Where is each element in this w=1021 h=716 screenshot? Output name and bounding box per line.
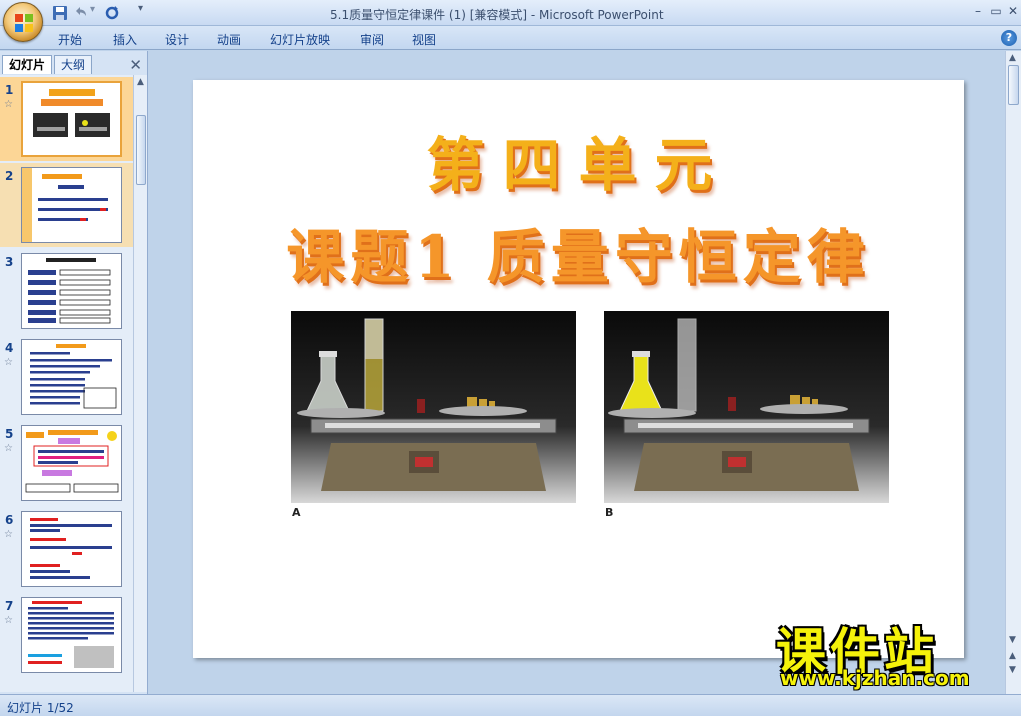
balance-photo-b[interactable] <box>604 311 889 503</box>
scroll-up-icon[interactable]: ▲ <box>137 77 144 87</box>
slide-scrollbar[interactable]: ▲ ▼ ▲ ▼ <box>1005 51 1021 694</box>
tab-design[interactable]: 设计 <box>165 31 189 48</box>
thumbnail-row[interactable]: 4 ☆ <box>0 335 133 419</box>
tab-review[interactable]: 审阅 <box>360 31 384 48</box>
tab-outline[interactable]: 大纲 <box>54 55 93 74</box>
close-panel-icon[interactable]: ✕ <box>129 56 142 74</box>
scroll-down-icon[interactable]: ▼ <box>1009 635 1016 645</box>
title-bar: ▾ ▾ 5.1质量守恒定律课件 (1) [兼容模式] - Microsoft P… <box>0 0 1021 42</box>
slide-thumbnail[interactable] <box>21 597 122 673</box>
tab-view[interactable]: 视图 <box>412 31 436 48</box>
restore-icon[interactable]: ▭ <box>987 3 1005 19</box>
slide-thumbnail[interactable] <box>21 81 122 157</box>
customize-qat-icon[interactable]: ▾ <box>138 3 154 19</box>
watermark-url: www.kjzhan.com <box>780 666 970 690</box>
thumbnail-number: 2 <box>5 169 14 183</box>
balance-photo-a[interactable] <box>291 311 576 503</box>
status-bar: 幻灯片 1/52 <box>0 694 1021 716</box>
transition-icon: ☆ <box>4 615 13 626</box>
ribbon-tabs: 开始 插入 设计 动画 幻灯片放映 审阅 视图 ? <box>0 26 1021 50</box>
thumbnail-row[interactable]: 3 <box>0 249 133 333</box>
transition-icon: ☆ <box>4 443 13 454</box>
thumbnail-number: 6 <box>5 513 14 527</box>
undo-icon[interactable] <box>72 5 88 21</box>
scroll-thumb[interactable] <box>1008 65 1019 105</box>
tab-slideshow[interactable]: 幻灯片放映 <box>270 31 330 48</box>
window-title: 5.1质量守恒定律课件 (1) [兼容模式] - Microsoft Power… <box>330 8 664 22</box>
previous-slide-icon[interactable]: ▲ <box>1009 651 1016 661</box>
office-logo-icon <box>15 14 33 32</box>
watermark: 课件站 www.kjzhan.com <box>770 612 1005 692</box>
slide-count: 幻灯片 1/52 <box>7 701 74 715</box>
save-icon[interactable] <box>52 5 68 21</box>
transition-icon: ☆ <box>4 357 13 368</box>
office-button[interactable] <box>3 2 43 42</box>
tab-slides[interactable]: 幻灯片 <box>2 55 53 74</box>
slide-thumbnail[interactable] <box>21 425 122 501</box>
slide-thumbnail[interactable] <box>21 253 122 329</box>
slide-thumbnail[interactable] <box>21 511 122 587</box>
panel-tabs: 幻灯片 大纲 ✕ <box>0 54 148 74</box>
thumbnail-row[interactable]: 6 ☆ <box>0 507 133 591</box>
thumbnail-number: 4 <box>5 341 14 355</box>
scroll-thumb[interactable] <box>136 115 146 185</box>
tab-animations[interactable]: 动画 <box>217 31 241 48</box>
photo-label-a: A <box>292 506 301 519</box>
close-icon[interactable]: ✕ <box>1004 3 1021 19</box>
scroll-up-icon[interactable]: ▲ <box>1009 53 1016 63</box>
transition-icon: ☆ <box>4 99 13 110</box>
slide-thumbnail[interactable] <box>21 339 122 415</box>
transition-icon: ☆ <box>4 529 13 540</box>
tab-home[interactable]: 开始 <box>58 31 82 48</box>
thumbnail-row[interactable]: 2 <box>0 163 133 247</box>
slide-subtitle[interactable]: 课题1 质量守恒定律 <box>193 210 964 294</box>
thumbnail-row[interactable]: 5 ☆ <box>0 421 133 505</box>
thumbnail-row[interactable]: 1 ☆ <box>0 77 133 161</box>
slides-panel: 幻灯片 大纲 ✕ 1 ☆ 2 3 4 ☆ 5 ☆ 6 ☆ 7 ☆ ▲ <box>0 51 148 715</box>
thumbnail-number: 5 <box>5 427 14 441</box>
thumbnail-number: 7 <box>5 599 14 613</box>
redo-icon[interactable] <box>104 5 120 21</box>
thumbnail-number: 3 <box>5 255 14 269</box>
help-icon[interactable]: ? <box>1001 30 1017 46</box>
thumbnail-scrollbar[interactable]: ▲ ▼ <box>133 75 147 715</box>
slide-editor: 第四单元 课题1 质量守恒定律 A B <box>149 51 1005 694</box>
next-slide-icon[interactable]: ▼ <box>1009 665 1016 675</box>
minimize-icon[interactable]: – <box>969 3 987 19</box>
slide-title[interactable]: 第四单元 <box>193 118 964 202</box>
thumbnail-list: 1 ☆ 2 3 4 ☆ 5 ☆ 6 ☆ 7 ☆ <box>0 75 133 692</box>
thumbnail-row[interactable]: 7 ☆ <box>0 593 133 677</box>
photo-label-b: B <box>605 506 614 519</box>
slide-thumbnail[interactable] <box>21 167 122 243</box>
tab-insert[interactable]: 插入 <box>113 31 137 48</box>
slide-canvas[interactable]: 第四单元 课题1 质量守恒定律 A B <box>193 80 964 658</box>
thumbnail-number: 1 <box>5 83 14 97</box>
